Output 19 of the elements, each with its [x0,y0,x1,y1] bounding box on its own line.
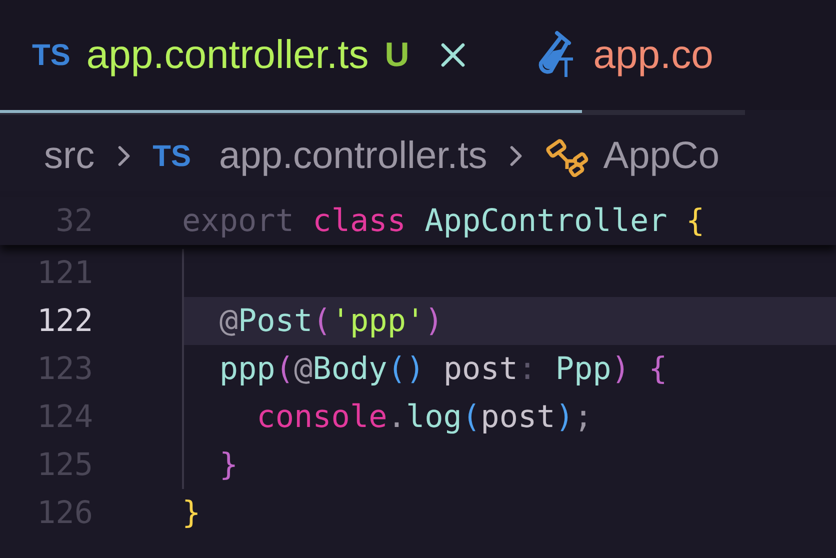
editor-tab[interactable]: TS app.controller.ts U [24,0,482,110]
code-line: console.log(post); [256,399,593,435]
code-line: ppp(@Body() post: Ppp) { [218,351,668,387]
typescript-icon: TS [152,134,191,178]
code-line: export class AppController { [182,202,705,241]
breadcrumb-item[interactable]: AppCo [603,128,720,184]
code-line: @Post('ppp') [218,303,444,339]
horizontal-scrollbar[interactable] [0,110,745,115]
tab-label: app.co [593,32,714,79]
editor-tab[interactable]: app.co [521,0,722,110]
code-line: } [182,495,201,531]
code-line: } [218,447,238,483]
typescript-icon: TS [32,32,70,78]
scrollbar-thumb[interactable] [0,110,582,113]
tab-label: app.controller.ts [86,32,369,79]
breadcrumb-item[interactable]: app.controller.ts [219,128,488,184]
untracked-status: U [384,34,410,76]
breadcrumb-item[interactable]: src [44,128,95,184]
line-number: 122 [36,302,93,341]
